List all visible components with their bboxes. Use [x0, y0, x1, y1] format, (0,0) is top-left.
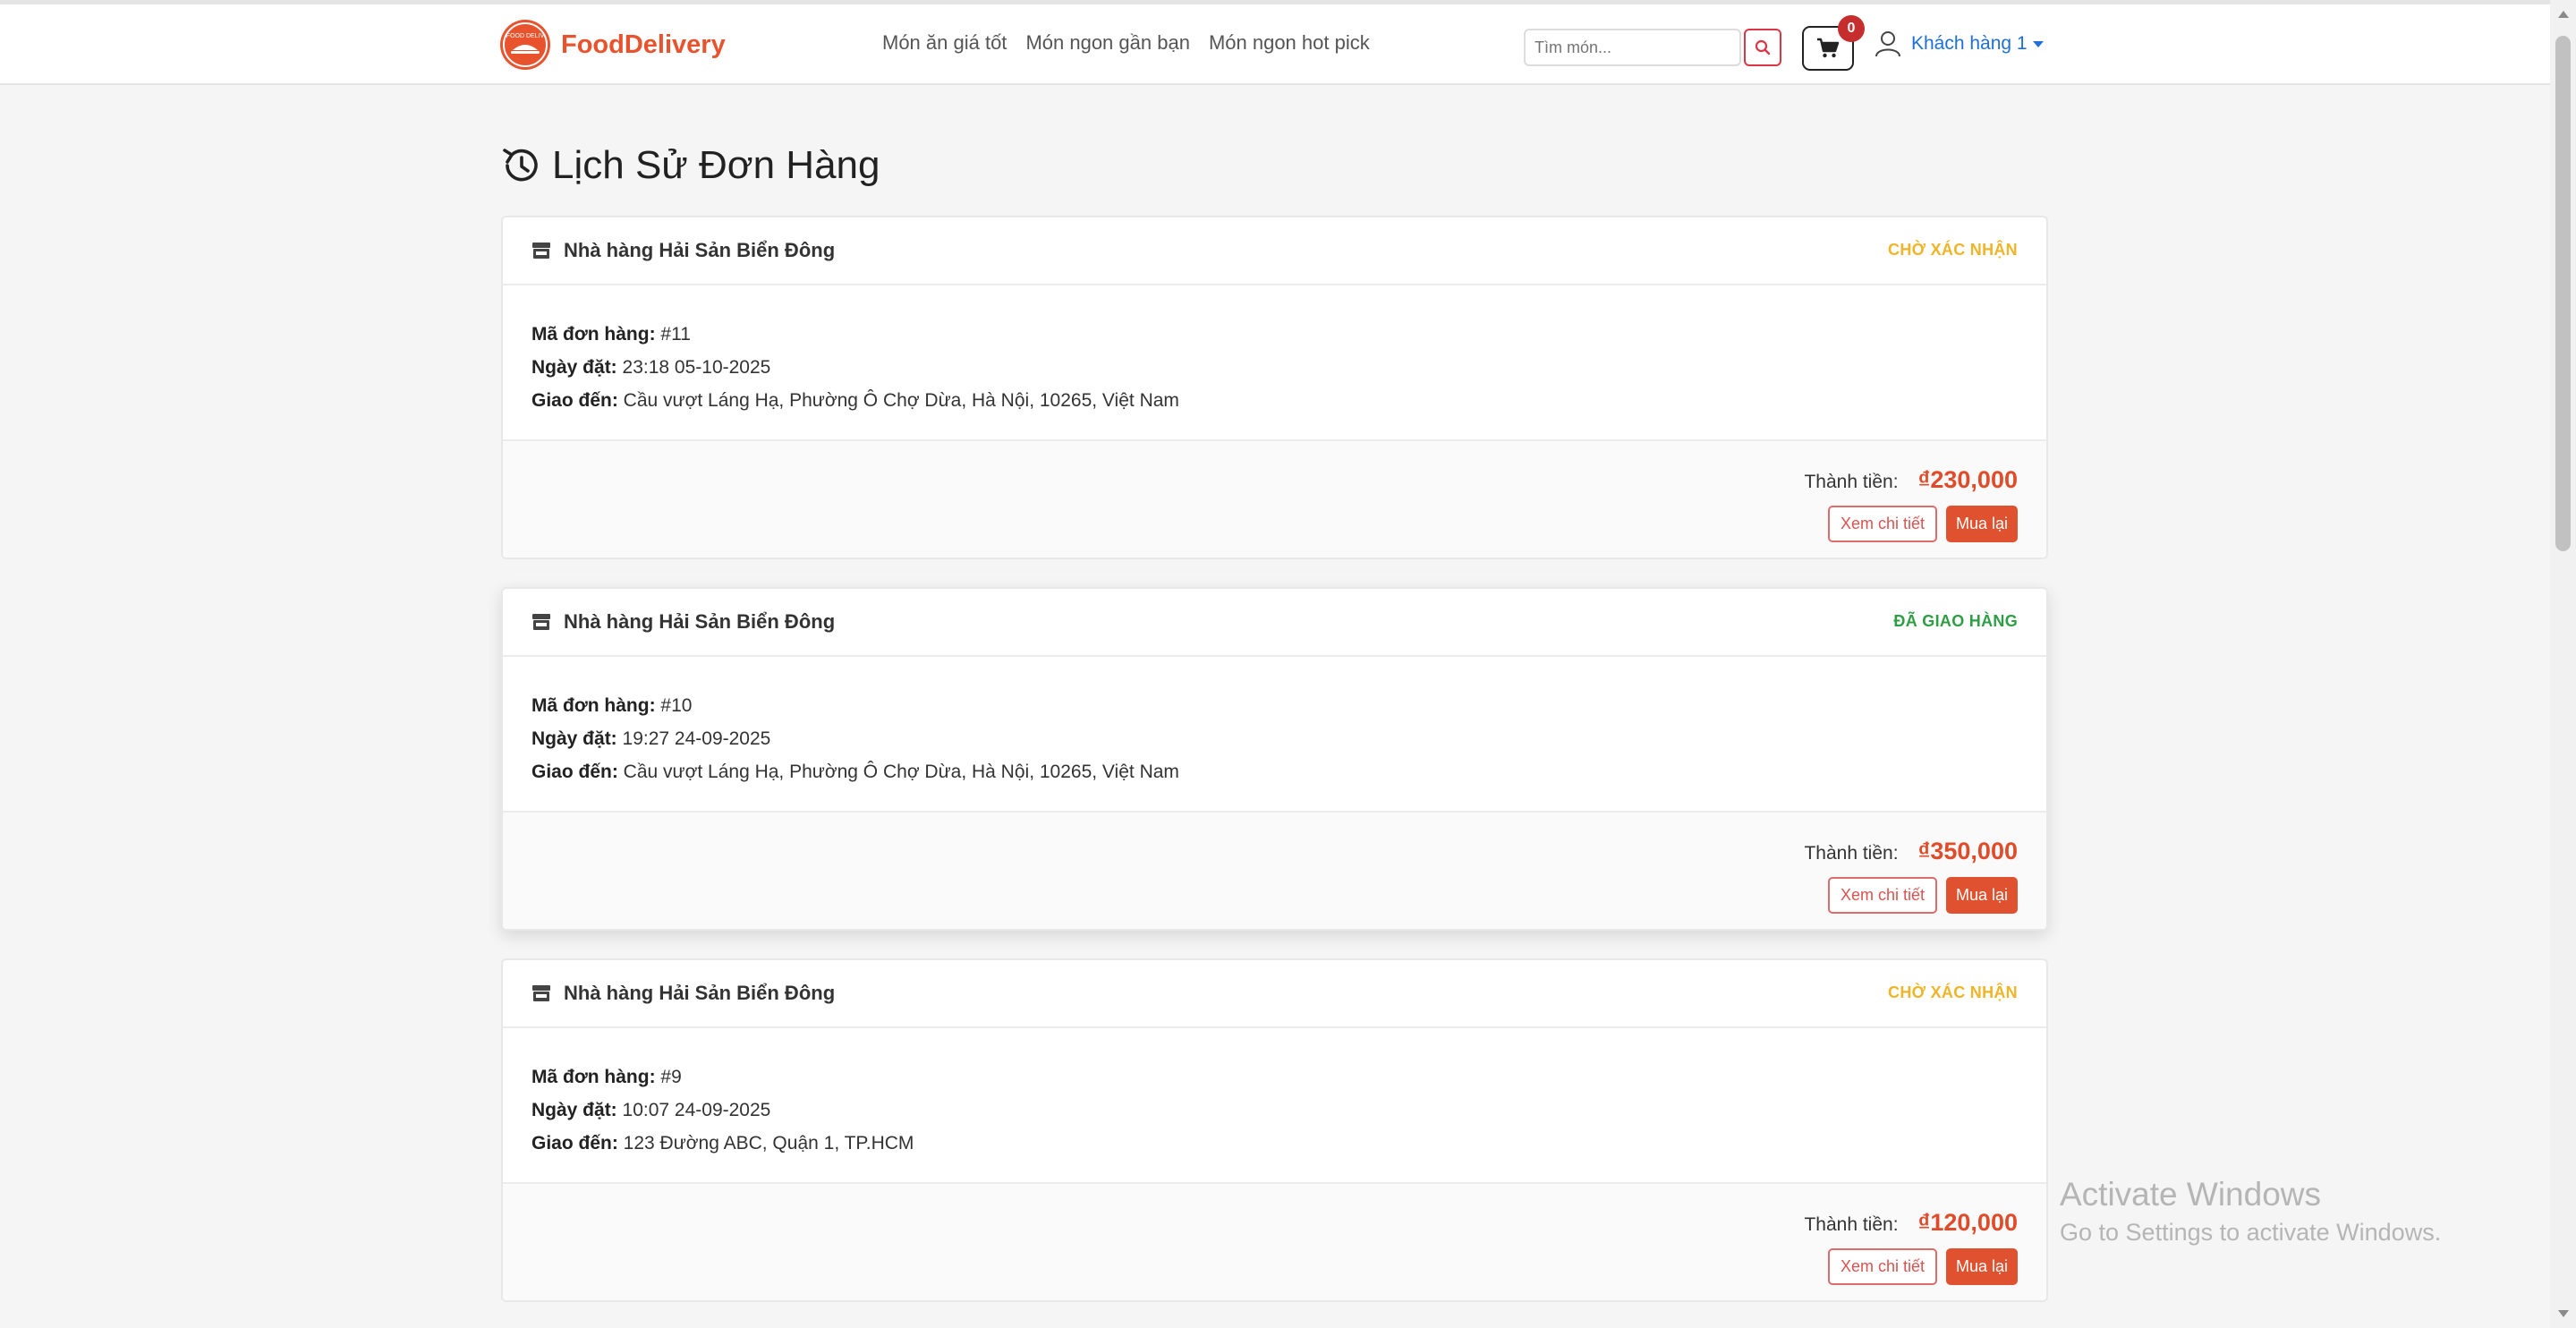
order-card-body: Mã đơn hàng: #9 Ngày đặt: 10:07 24-09-20… [503, 1028, 2046, 1182]
order-address-value: Cầu vượt Láng Hạ, Phường Ô Chợ Dừa, Hà N… [617, 390, 1179, 411]
scroll-down-arrow-icon[interactable] [2558, 1310, 2569, 1317]
vertical-scrollbar[interactable] [2550, 0, 2576, 1328]
store-name: Nhà hàng Hải Sản Biển Đông [564, 239, 836, 261]
order-id-value: #10 [655, 695, 693, 716]
brand-logo-icon: FOOD DELIV [500, 20, 550, 70]
total-value: ₫120,000 [1917, 1209, 2018, 1236]
cart-icon [1817, 38, 1840, 58]
deliver-to-label: Giao đến: [531, 762, 618, 782]
brand[interactable]: FOOD DELIV FoodDelivery [500, 20, 726, 70]
order-date-row: Ngày đặt: 23:18 05-10-2025 [531, 351, 2018, 384]
order-total: Thành tiền: ₫350,000 [1804, 838, 2018, 865]
order-card-body: Mã đơn hàng: #10 Ngày đặt: 19:27 24-09-2… [503, 657, 2046, 811]
order-date-row: Ngày đặt: 19:27 24-09-2025 [531, 722, 2018, 755]
watermark-title: Activate Windows [2060, 1176, 2321, 1213]
chevron-down-icon [2032, 40, 2044, 47]
deliver-to-label: Giao đến: [531, 1133, 618, 1153]
view-detail-button[interactable]: Xem chi tiết [1827, 506, 1937, 542]
order-address-value: Cầu vượt Láng Hạ, Phường Ô Chợ Dừa, Hà N… [617, 762, 1179, 782]
nav-link-nearby[interactable]: Món ngon gần bạn [1025, 31, 1190, 55]
total-label: Thành tiền: [1804, 1214, 1899, 1235]
watermark-subtitle: Go to Settings to activate Windows. [2060, 1219, 2442, 1246]
rebuy-button[interactable]: Mua lại [1945, 1248, 2018, 1285]
order-id-label: Mã đơn hàng: [531, 1067, 656, 1087]
order-id-value: #9 [655, 1067, 682, 1087]
order-total: Thành tiền: ₫120,000 [1804, 1209, 2018, 1237]
order-id-row: Mã đơn hàng: #10 [531, 689, 2018, 722]
scroll-up-arrow-icon[interactable] [2558, 11, 2569, 18]
search-icon [1755, 39, 1771, 55]
order-id-label: Mã đơn hàng: [531, 695, 656, 716]
cart-count-badge: 0 [1838, 15, 1865, 42]
deliver-to-label: Giao đến: [531, 390, 618, 411]
order-date-value: 23:18 05-10-2025 [616, 357, 771, 378]
windows-activation-watermark: Activate Windows Go to Settings to activ… [2060, 1176, 2441, 1247]
nav-link-hot-pick[interactable]: Món ngon hot pick [1209, 31, 1370, 55]
rebuy-button[interactable]: Mua lại [1945, 877, 2018, 914]
order-address-row: Giao đến: 123 Đường ABC, Quận 1, TP.HCM [531, 1127, 2018, 1160]
order-card-header: Nhà hàng Hải Sản Biển Đông ĐÃ GIAO HÀNG [503, 589, 2046, 657]
nav-link-best-price[interactable]: Món ăn giá tốt [882, 31, 1007, 55]
order-date-label: Ngày đặt: [531, 728, 617, 749]
store-name: Nhà hàng Hải Sản Biển Đông [564, 610, 836, 633]
main-nav: Món ăn giá tốt Món ngon gần bạn Món ngon… [882, 31, 1370, 55]
order-card: Nhà hàng Hải Sản Biển Đông CHỜ XÁC NHẬN … [501, 216, 2048, 559]
order-card-header: Nhà hàng Hải Sản Biển Đông CHỜ XÁC NHẬN [503, 960, 2046, 1028]
order-date-value: 10:07 24-09-2025 [616, 1100, 771, 1120]
order-card-footer: Thành tiền: ₫230,000 Xem chi tiết Mua lạ… [503, 439, 2046, 558]
order-date-label: Ngày đặt: [531, 357, 617, 378]
order-id-label: Mã đơn hàng: [531, 324, 656, 345]
order-address-row: Giao đến: Cầu vượt Láng Hạ, Phường Ô Chợ… [531, 384, 2018, 417]
order-card-footer: Thành tiền: ₫350,000 Xem chi tiết Mua lạ… [503, 811, 2046, 929]
brand-name: FoodDelivery [561, 30, 726, 59]
order-card-body: Mã đơn hàng: #11 Ngày đặt: 23:18 05-10-2… [503, 285, 2046, 439]
order-address-row: Giao đến: Cầu vượt Láng Hạ, Phường Ô Chợ… [531, 755, 2018, 788]
search-input[interactable] [1524, 29, 1741, 66]
user-name: Khách hàng 1 [1911, 33, 2028, 54]
store-icon [532, 614, 550, 630]
order-status: CHỜ XÁC NHẬN [1888, 983, 2018, 1001]
order-date-row: Ngày đặt: 10:07 24-09-2025 [531, 1094, 2018, 1127]
total-label: Thành tiền: [1804, 472, 1899, 492]
store-name: Nhà hàng Hải Sản Biển Đông [564, 982, 836, 1004]
page-heading: Lịch Sử Đơn Hàng [552, 143, 880, 187]
store-icon [532, 985, 550, 1001]
total-value: ₫230,000 [1917, 466, 2018, 493]
order-card-header: Nhà hàng Hải Sản Biển Đông CHỜ XÁC NHẬN [503, 217, 2046, 285]
order-card: Nhà hàng Hải Sản Biển Đông CHỜ XÁC NHẬN … [501, 958, 2048, 1302]
order-card-footer: Thành tiền: ₫120,000 Xem chi tiết Mua lạ… [503, 1182, 2046, 1300]
svg-text:FOOD DELIV: FOOD DELIV [506, 33, 545, 39]
order-status: CHỜ XÁC NHẬN [1888, 241, 2018, 259]
store-icon [532, 243, 550, 259]
scrollbar-thumb[interactable] [2555, 36, 2571, 551]
rebuy-button[interactable]: Mua lại [1945, 506, 2018, 542]
order-date-label: Ngày đặt: [531, 1100, 617, 1120]
page-title: Lịch Sử Đơn Hàng [500, 143, 880, 188]
view-detail-button[interactable]: Xem chi tiết [1827, 877, 1937, 914]
order-card: Nhà hàng Hải Sản Biển Đông ĐÃ GIAO HÀNG … [501, 587, 2048, 931]
order-total: Thành tiền: ₫230,000 [1804, 466, 2018, 494]
search-button[interactable] [1744, 29, 1781, 66]
order-id-row: Mã đơn hàng: #11 [531, 318, 2018, 351]
order-id-value: #11 [655, 324, 691, 345]
total-label: Thành tiền: [1804, 843, 1899, 864]
history-icon [503, 149, 538, 182]
user-icon [1875, 31, 1900, 57]
user-menu-toggle[interactable]: Khách hàng 1 [1874, 30, 2044, 58]
order-status: ĐÃ GIAO HÀNG [1893, 612, 2018, 630]
navbar: FOOD DELIV FoodDelivery Món ăn giá tốt M… [0, 4, 2550, 85]
view-detail-button[interactable]: Xem chi tiết [1827, 1248, 1937, 1285]
total-value: ₫350,000 [1917, 838, 2018, 864]
order-address-value: 123 Đường ABC, Quận 1, TP.HCM [617, 1133, 914, 1153]
order-id-row: Mã đơn hàng: #9 [531, 1060, 2018, 1094]
order-date-value: 19:27 24-09-2025 [616, 728, 771, 749]
